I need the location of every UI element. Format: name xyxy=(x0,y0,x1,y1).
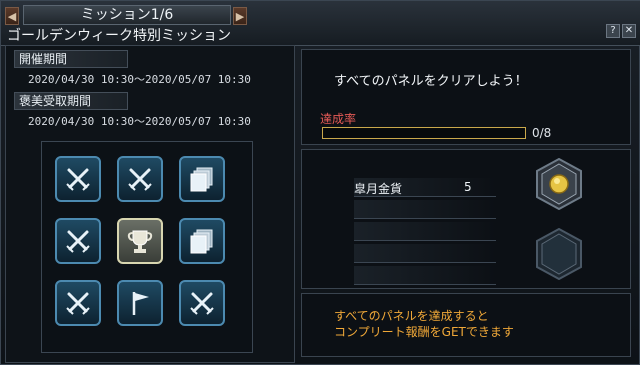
trophy-icon xyxy=(125,226,155,256)
mission-panel-cell[interactable] xyxy=(179,280,225,326)
prev-mission-button[interactable]: ◀ xyxy=(5,7,19,25)
mission-info-panel: すべてのパネルをクリアしよう！ 達成率 0/8 xyxy=(301,49,631,145)
mission-panel-cell[interactable] xyxy=(117,280,163,326)
completion-info-text: すべてのパネルを達成すると コンプリート報酬をGETできます xyxy=(334,308,514,340)
reward-row-empty xyxy=(354,200,496,219)
progress-text: 0/8 xyxy=(532,126,552,140)
reward-row-empty xyxy=(354,222,496,241)
event-period-value: 2020/04/30 10:30〜2020/05/07 10:30 xyxy=(28,73,251,86)
close-button[interactable]: ✕ xyxy=(622,24,636,38)
mission-panel-cell[interactable] xyxy=(55,156,101,202)
crossed-swords-icon xyxy=(125,164,155,194)
event-period-label: 開催期間 xyxy=(14,50,128,68)
mission-panel-cell[interactable] xyxy=(179,156,225,202)
mission-description: すべてのパネルをクリアしよう！ xyxy=(334,74,528,89)
reward-period-label: 褒美受取期間 xyxy=(14,92,128,110)
crossed-swords-icon xyxy=(63,226,93,256)
mission-panel-cell[interactable] xyxy=(179,218,225,264)
crossed-swords-icon xyxy=(187,288,217,318)
rewards-panel: 皐月金貨 5 xyxy=(301,149,631,289)
mission-panel-cell[interactable] xyxy=(117,156,163,202)
flag-icon xyxy=(125,288,155,318)
reward-count: 5 xyxy=(464,180,472,194)
reward-slot-empty xyxy=(536,228,582,280)
completion-info-line-2: コンプリート報酬をGETできます xyxy=(334,325,514,339)
crossed-swords-icon xyxy=(63,164,93,194)
reward-row-empty xyxy=(354,266,496,285)
reward-row: 皐月金貨 5 xyxy=(354,178,496,197)
mission-window: ◀ ミッション1/6 ▶ ゴールデンウィーク特別ミッション ? ✕ 開催期間 2… xyxy=(0,0,640,365)
mission-tab-title: ミッション1/6 xyxy=(23,5,231,25)
title-bar: ◀ ミッション1/6 ▶ ゴールデンウィーク特別ミッション ? ✕ xyxy=(1,1,640,46)
gold-coin-icon xyxy=(549,174,569,194)
mission-panel-cell[interactable] xyxy=(55,280,101,326)
help-button[interactable]: ? xyxy=(606,24,620,38)
stacked-papers-icon xyxy=(187,164,217,194)
completion-info-line-1: すべてのパネルを達成すると xyxy=(334,309,489,323)
completion-info-panel: すべてのパネルを達成すると コンプリート報酬をGETできます xyxy=(301,293,631,357)
reward-period-value: 2020/04/30 10:30〜2020/05/07 10:30 xyxy=(28,115,251,128)
next-mission-button[interactable]: ▶ xyxy=(233,7,247,25)
crossed-swords-icon xyxy=(63,288,93,318)
mission-panel-cell[interactable] xyxy=(55,218,101,264)
mission-panel-cell[interactable] xyxy=(117,218,163,264)
reward-name: 皐月金貨 xyxy=(354,182,403,196)
stacked-papers-icon xyxy=(187,226,217,256)
reward-slot-coin[interactable] xyxy=(536,158,582,210)
reward-row-empty xyxy=(354,244,496,263)
progress-bar xyxy=(322,127,526,139)
achievement-rate-label: 達成率 xyxy=(320,112,357,126)
mission-subtitle: ゴールデンウィーク特別ミッション xyxy=(7,28,231,44)
